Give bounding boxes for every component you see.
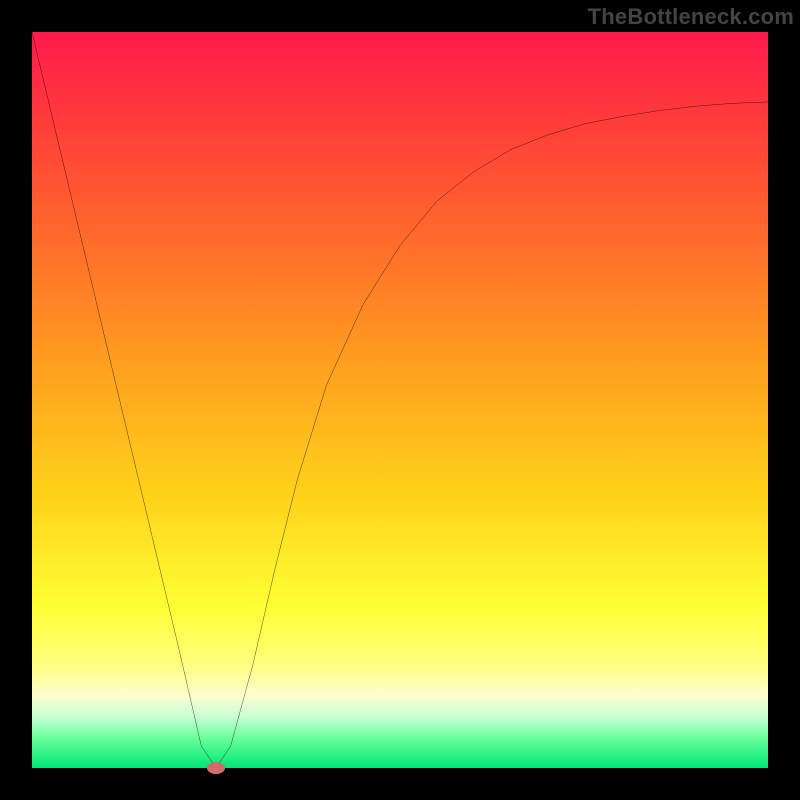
plot-area	[32, 32, 768, 768]
curve-svg	[32, 32, 768, 768]
chart-frame: TheBottleneck.com	[0, 0, 800, 800]
bottleneck-curve	[32, 32, 768, 768]
minimum-marker	[207, 762, 225, 774]
watermark-text: TheBottleneck.com	[588, 4, 794, 30]
